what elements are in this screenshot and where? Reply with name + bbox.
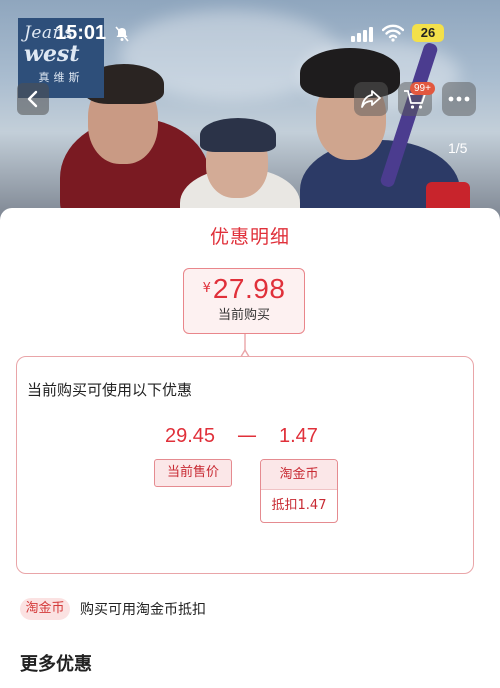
- minus-operator: —: [237, 423, 257, 447]
- person-middle-cap: [200, 118, 276, 152]
- coin-badge: 淘金币: [20, 598, 70, 620]
- price-currency: ¥: [202, 281, 211, 296]
- more-dots-icon: [448, 96, 470, 102]
- discount-detail-panel: 当前购买可使用以下优惠 29.45 — 1.47 当前售价 淘金币 抵扣1.47: [16, 356, 474, 574]
- sheet-title: 优惠明细: [209, 226, 290, 248]
- wifi-icon: [382, 24, 404, 42]
- product-image-banner[interactable]: Jeans west 真维斯 15:01 26 99+ 1/5: [0, 0, 500, 220]
- status-time: 15:01: [55, 22, 107, 44]
- more-discounts-title: 更多优惠: [20, 654, 92, 675]
- back-button[interactable]: [17, 83, 49, 115]
- coin-deduct-tag: 淘金币 抵扣1.47: [260, 459, 338, 523]
- coin-tag-label: 淘金币: [261, 460, 337, 490]
- base-price-value: 29.45: [165, 425, 216, 447]
- back-arrow-icon: [27, 90, 38, 108]
- current-price-box: ¥27.98 当前购买: [183, 268, 305, 334]
- coin-description: 购买可用淘金币抵扣: [80, 602, 206, 618]
- more-button[interactable]: [442, 82, 476, 116]
- price-caption: 当前购买: [217, 308, 270, 323]
- discount-detail-sheet: 优惠明细 ¥27.98 当前购买 当前购买可使用以下优惠 29.45 — 1.4…: [0, 208, 500, 688]
- coin-discount-value: 1.47: [279, 425, 318, 447]
- signal-icon: [351, 27, 373, 42]
- bell-slash-icon: [115, 26, 129, 42]
- cart-count-badge: 99+: [410, 82, 435, 95]
- status-bar: 15:01 26: [0, 20, 500, 50]
- coin-tag-deduct: 抵扣1.47: [271, 498, 327, 513]
- share-button[interactable]: [354, 82, 388, 116]
- share-icon: [361, 90, 381, 108]
- detail-heading: 当前购买可使用以下优惠: [27, 381, 193, 399]
- price-value: 27.98: [212, 273, 286, 304]
- price-line: ¥27.98: [184, 273, 304, 305]
- base-price-tag: 当前售价: [154, 459, 232, 487]
- battery-indicator: 26: [412, 24, 444, 42]
- image-page-indicator: 1/5: [448, 140, 468, 156]
